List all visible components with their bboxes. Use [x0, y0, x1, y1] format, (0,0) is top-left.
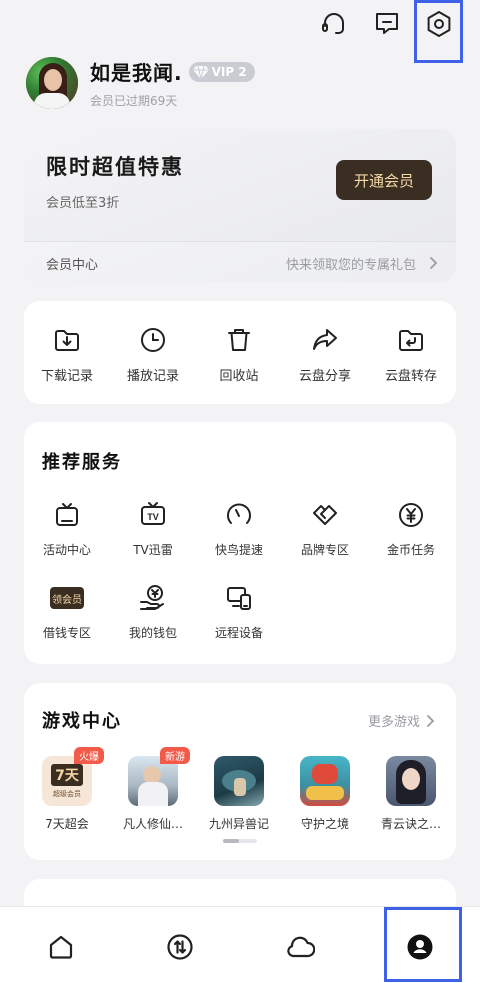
membership-expired-text: 会员已过期69天	[90, 94, 178, 108]
trash-icon	[196, 323, 282, 357]
member-center-label: 会员中心	[46, 258, 99, 273]
promo-title: 限时超值特惠	[46, 155, 184, 179]
game-thumb-subtitle: 超级会员	[53, 790, 81, 798]
service-tv-xunlei[interactable]: TV TV迅雷	[110, 498, 196, 558]
promo-subtitle: 会员低至3折	[46, 196, 120, 211]
game-new-tag: 新游	[160, 747, 190, 764]
clock-icon	[110, 323, 196, 357]
avatar[interactable]	[26, 57, 78, 109]
quick-label: 云盘分享	[298, 369, 351, 384]
feedback-message-icon[interactable]	[369, 6, 405, 42]
chevron-right-icon	[430, 257, 438, 269]
coupon-chip: 领会员	[50, 587, 84, 609]
game-thumbnail	[300, 756, 350, 806]
game-thumbnail	[214, 756, 264, 806]
game-label: 青云诀之…	[380, 817, 441, 831]
game-item[interactable]: 守护之境	[282, 756, 368, 832]
game-item[interactable]: 九州异兽记	[196, 756, 282, 832]
game-label: 凡人修仙…	[122, 817, 183, 831]
username: 如是我闻.	[90, 61, 183, 85]
service-label: 快鸟提速	[214, 543, 263, 557]
folder-return-icon	[368, 323, 454, 357]
profile-tab-highlight-box	[384, 907, 462, 982]
game-item[interactable]: 火爆 7天 超级会员 7天超会	[24, 747, 110, 832]
gift-text: 快来领取您的专属礼包	[285, 258, 416, 273]
headset-icon[interactable]	[316, 6, 352, 42]
section-title: 游戏中心	[42, 711, 122, 732]
quick-actions-card: 下载记录 播放记录 回收站 云盘分享 云盘转存	[24, 301, 456, 404]
game-center-card: 游戏中心 更多游戏 火爆 7天 超级会员 7天超会 新游 凡人修仙… 九州异兽记	[24, 683, 456, 860]
vip-badge[interactable]: VIP 2	[188, 61, 255, 82]
tab-home[interactable]	[41, 927, 81, 967]
speedometer-icon	[196, 498, 282, 532]
service-label: 远程设备	[214, 626, 263, 640]
service-label: 我的钱包	[128, 626, 177, 640]
download-folder-icon	[24, 323, 110, 357]
tab-cloud[interactable]	[280, 927, 320, 967]
transfer-icon	[167, 934, 193, 960]
game-label: 守护之境	[300, 817, 349, 831]
more-games-label: 更多游戏	[367, 715, 420, 730]
quick-cloud-transfer[interactable]: 云盘转存	[368, 323, 454, 384]
top-bar	[0, 0, 480, 63]
cloud-icon	[287, 936, 315, 958]
quick-label: 云盘转存	[384, 369, 437, 384]
tab-transfer[interactable]	[160, 927, 200, 967]
service-brand-zone[interactable]: 品牌专区	[282, 498, 368, 558]
diamond-icon	[192, 65, 209, 79]
handshake-icon	[282, 498, 368, 532]
bottom-tab-bar	[0, 906, 480, 983]
profile-header[interactable]: 如是我闻. VIP 2 会员已过期69天	[26, 56, 255, 110]
game-thumb-title: 7天	[51, 764, 83, 786]
service-label: 品牌专区	[300, 543, 349, 557]
coupon-badge-icon: 领会员	[24, 581, 110, 615]
vip-promo-card[interactable]: 限时超值特惠 会员低至3折 开通会员 会员中心 快来领取您的专属礼包	[24, 129, 456, 282]
quick-label: 播放记录	[126, 369, 179, 384]
wallet-hand-icon	[110, 581, 196, 615]
remote-device-icon	[196, 581, 282, 615]
tv-box-icon	[24, 498, 110, 532]
quick-label: 下载记录	[40, 369, 93, 384]
member-center-row[interactable]: 会员中心 快来领取您的专属礼包	[24, 241, 456, 282]
quick-label: 回收站	[219, 369, 259, 384]
share-arrow-icon	[282, 323, 368, 357]
game-label: 九州异兽记	[208, 817, 269, 831]
svg-text:TV: TV	[147, 512, 159, 522]
chevron-right-icon	[427, 714, 435, 727]
service-remote-device[interactable]: 远程设备	[196, 581, 282, 641]
tv-icon: TV	[110, 498, 196, 532]
service-label: TV迅雷	[133, 543, 173, 557]
service-speed-boost[interactable]: 快鸟提速	[196, 498, 282, 558]
service-label: 借钱专区	[42, 626, 91, 640]
service-activity-center[interactable]: 活动中心	[24, 498, 110, 558]
service-my-wallet[interactable]: 我的钱包	[110, 581, 196, 641]
quick-download-records[interactable]: 下载记录	[24, 323, 110, 384]
open-membership-button[interactable]: 开通会员	[336, 160, 432, 200]
yen-coin-icon	[368, 498, 454, 532]
game-thumbnail	[386, 756, 436, 806]
service-coin-tasks[interactable]: 金币任务	[368, 498, 454, 558]
service-label: 金币任务	[386, 543, 435, 557]
quick-play-history[interactable]: 播放记录	[110, 323, 196, 384]
section-title: 推荐服务	[42, 452, 122, 473]
game-item[interactable]: 新游 凡人修仙…	[110, 747, 196, 832]
quick-recycle-bin[interactable]: 回收站	[196, 323, 282, 384]
service-loan-zone[interactable]: 领会员 借钱专区	[24, 581, 110, 641]
vip-level: VIP 2	[211, 64, 247, 79]
game-label: 7天超会	[45, 817, 89, 831]
more-games-link[interactable]: 更多游戏	[368, 711, 436, 730]
carousel-scroll-indicator	[223, 839, 257, 843]
home-icon	[49, 935, 73, 959]
quick-cloud-share[interactable]: 云盘分享	[282, 323, 368, 384]
game-item[interactable]: 青云诀之…	[368, 756, 454, 832]
service-label: 活动中心	[42, 543, 91, 557]
game-hot-tag: 火爆	[74, 747, 104, 764]
recommended-services-card: 推荐服务 活动中心 TV TV迅雷 快鸟提速 品牌专区 金币任务 领会员 借钱专…	[24, 422, 456, 664]
settings-highlight-box	[414, 0, 463, 63]
